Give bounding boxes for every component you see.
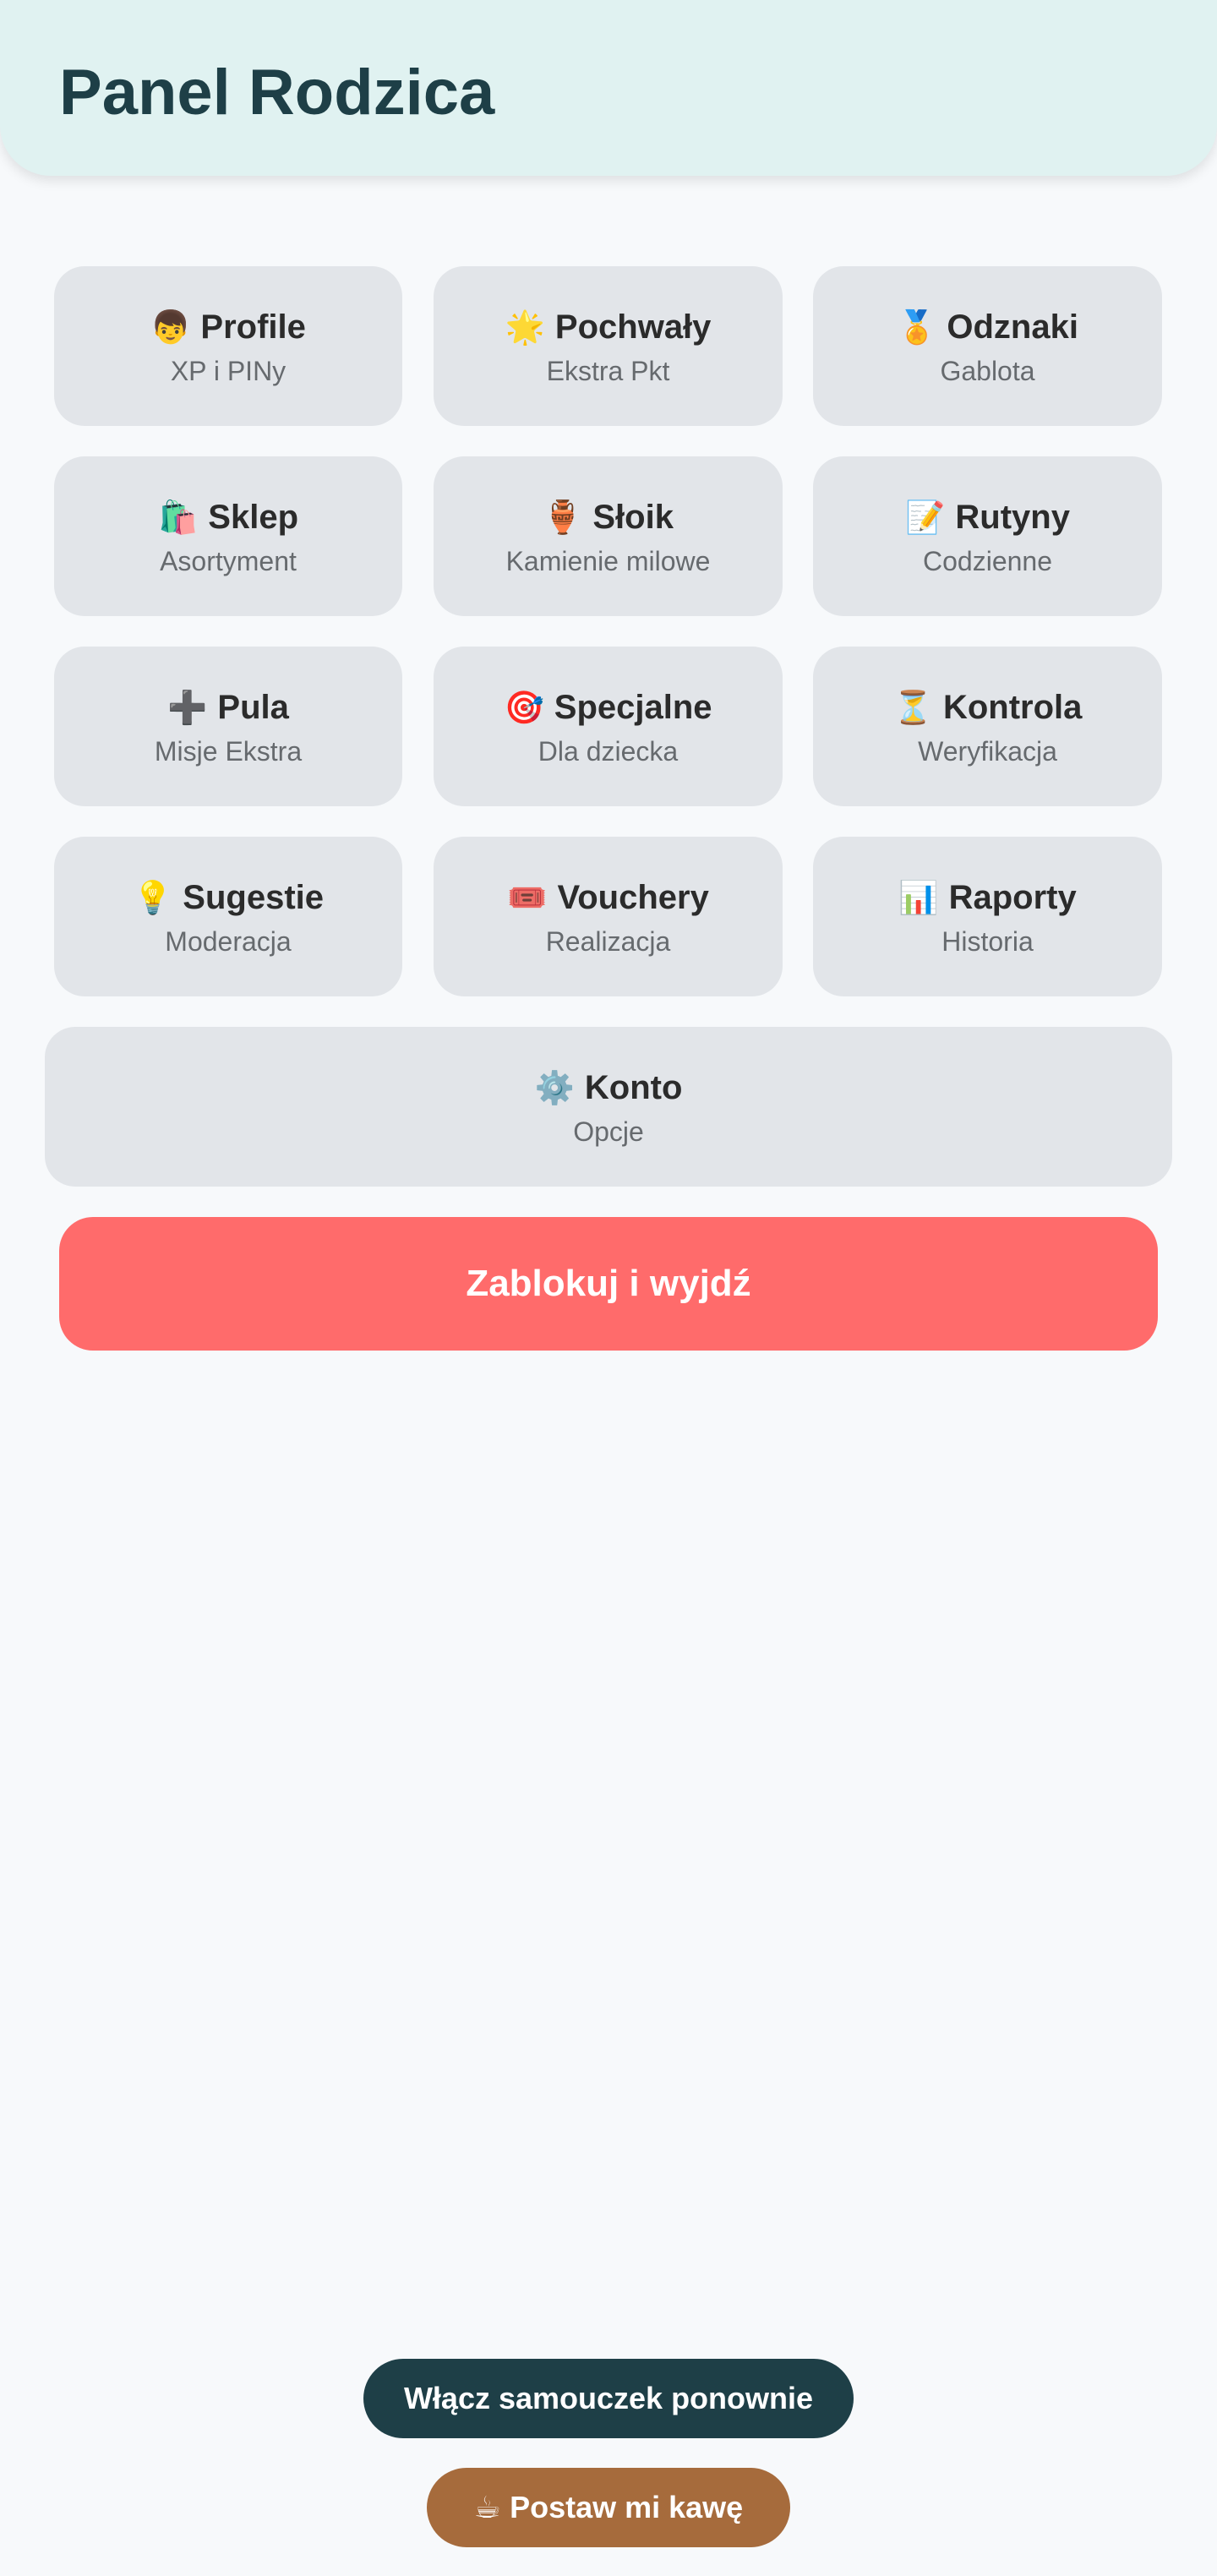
buy-me-coffee-label: Postaw mi kawę xyxy=(510,2490,744,2524)
tile-title: 👦 Profile xyxy=(150,305,306,349)
tile-routines[interactable]: 📝 Rutyny Codzienne xyxy=(813,456,1162,616)
tile-subtitle: Opcje xyxy=(573,1116,644,1147)
tile-label: Profile xyxy=(200,308,306,346)
tile-badges[interactable]: 🏅 Odznaki Gablota xyxy=(813,266,1162,426)
buy-me-coffee-button[interactable]: ☕ Postaw mi kawę xyxy=(427,2468,790,2547)
tile-pool[interactable]: ➕ Pula Misje Ekstra xyxy=(54,647,402,806)
tile-shop[interactable]: 🛍️ Sklep Asortyment xyxy=(54,456,402,616)
tile-subtitle: Codzienne xyxy=(923,545,1052,576)
tile-label: Specjalne xyxy=(554,688,712,726)
memo-icon: 📝 xyxy=(905,498,946,536)
tile-subtitle: Moderacja xyxy=(165,925,292,957)
tile-title: 📝 Rutyny xyxy=(905,495,1070,539)
tile-label: Vouchery xyxy=(557,878,709,916)
star-icon: 🌟 xyxy=(505,308,545,346)
tile-subtitle: Asortyment xyxy=(160,545,297,576)
header: Panel Rodzica xyxy=(0,0,1217,176)
tile-label: Odznaki xyxy=(947,308,1078,346)
tile-title: ⏳ Kontrola xyxy=(893,685,1083,729)
tile-subtitle: XP i PINy xyxy=(170,355,287,386)
tile-title: 💡 Sugestie xyxy=(133,876,324,920)
shopping-bags-icon: 🛍️ xyxy=(157,498,199,536)
lightbulb-icon: 💡 xyxy=(132,878,173,916)
tile-subtitle: Ekstra Pkt xyxy=(546,355,670,386)
tile-praise[interactable]: 🌟 Pochwały Ekstra Pkt xyxy=(434,266,783,426)
tile-title: 📊 Raporty xyxy=(898,876,1076,920)
page-title: Panel Rodzica xyxy=(59,57,495,128)
medal-icon: 🏅 xyxy=(897,308,937,346)
coffee-icon: ☕ xyxy=(473,2490,502,2525)
bar-chart-icon: 📊 xyxy=(898,878,939,916)
tile-subtitle: Kamienie milowe xyxy=(505,545,711,576)
tile-title: 🏅 Odznaki xyxy=(897,305,1078,349)
tile-suggestions[interactable]: 💡 Sugestie Moderacja xyxy=(54,837,402,996)
tile-account[interactable]: ⚙️ Konto Opcje xyxy=(45,1027,1172,1187)
tile-label: Rutyny xyxy=(955,498,1070,536)
tile-label: Konto xyxy=(584,1068,683,1106)
tile-jar[interactable]: 🏺 Słoik Kamienie milowe xyxy=(434,456,783,616)
lock-and-exit-button[interactable]: Zablokuj i wyjdź xyxy=(59,1217,1158,1351)
tile-label: Raporty xyxy=(948,878,1077,916)
tile-special[interactable]: 🎯 Specjalne Dla dziecka xyxy=(434,647,783,806)
tile-label: Kontrola xyxy=(942,688,1083,726)
hourglass-icon: ⏳ xyxy=(892,688,933,726)
tile-title: 🌟 Pochwały xyxy=(505,305,712,349)
restart-tutorial-button[interactable]: Włącz samouczek ponownie xyxy=(363,2359,854,2438)
tile-subtitle: Gablota xyxy=(940,355,1035,386)
tile-label: Pochwały xyxy=(554,308,712,346)
tile-title: 🛍️ Sklep xyxy=(158,495,298,539)
tile-title: 🏺 Słoik xyxy=(543,495,674,539)
restart-tutorial-label: Włącz samouczek ponownie xyxy=(403,2381,814,2415)
tile-subtitle: Dla dziecka xyxy=(538,735,679,767)
tile-reports[interactable]: 📊 Raporty Historia xyxy=(813,837,1162,996)
tile-title: ➕ Pula xyxy=(167,685,289,729)
tile-control[interactable]: ⏳ Kontrola Weryfikacja xyxy=(813,647,1162,806)
tile-subtitle: Realizacja xyxy=(545,925,671,957)
tile-subtitle: Misje Ekstra xyxy=(154,735,303,767)
tile-subtitle: Weryfikacja xyxy=(918,735,1057,767)
boy-icon: 👦 xyxy=(150,308,191,346)
tile-vouchers[interactable]: 🎟️ Vouchery Realizacja xyxy=(434,837,783,996)
tile-profile[interactable]: 👦 Profile XP i PINy xyxy=(54,266,402,426)
target-icon: 🎯 xyxy=(504,688,544,726)
gear-icon: ⚙️ xyxy=(534,1068,575,1106)
tile-label: Pula xyxy=(217,688,289,726)
tile-label: Sugestie xyxy=(183,878,325,916)
tile-title: ⚙️ Konto xyxy=(535,1066,683,1110)
tile-title: 🎟️ Vouchery xyxy=(507,876,709,920)
ticket-icon: 🎟️ xyxy=(507,878,548,916)
jar-icon: 🏺 xyxy=(543,498,583,536)
tile-subtitle: Historia xyxy=(941,925,1034,957)
tile-title: 🎯 Specjalne xyxy=(504,685,712,729)
tile-label: Sklep xyxy=(208,498,299,536)
tile-label: Słoik xyxy=(592,498,674,536)
plus-icon: ➕ xyxy=(167,688,208,726)
